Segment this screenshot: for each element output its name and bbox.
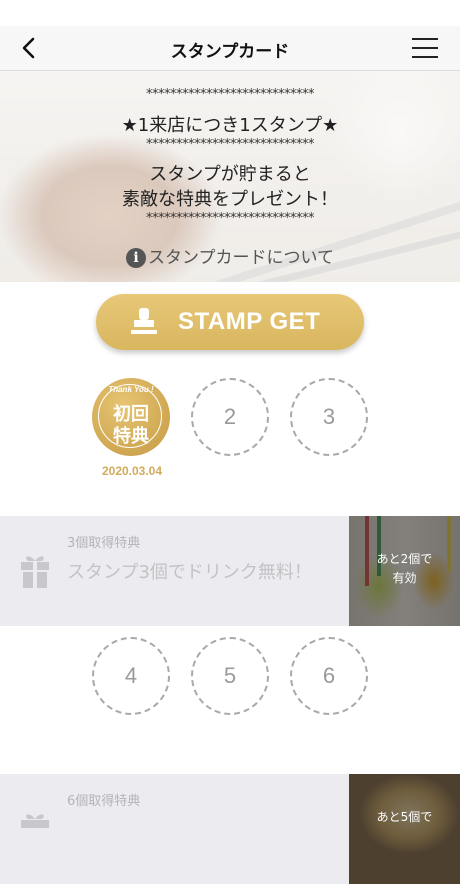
stamp-slot-6: 6	[290, 637, 368, 715]
hamburger-menu-icon[interactable]	[412, 38, 438, 58]
first-visit-stamp: Thank You ! 初回 特典	[92, 378, 170, 456]
nav-bar: スタンプカード	[0, 26, 460, 71]
stamp-slot-5: 5	[191, 637, 269, 715]
stamp-icon	[131, 308, 157, 334]
benefit-subtitle: 6個取得特典	[67, 794, 141, 809]
about-stamp-card-link[interactable]: i スタンプカードについて	[0, 243, 460, 268]
benefit-row-3[interactable]: 3個取得特典 スタンプ3個でドリンク無料！ あと2個で 有効	[0, 516, 460, 626]
drink-photo: あと2個で 有効	[349, 516, 460, 626]
first-visit-line-2: 特典	[113, 426, 149, 447]
gift-icon	[21, 814, 49, 828]
food-photo: あと5個で	[349, 774, 460, 884]
benefit-subtitle: 3個取得特典	[67, 536, 141, 551]
hero-text-line-1: スタンプが貯まると	[149, 164, 311, 185]
hero-banner: **************************** ★1来店につき1スタン…	[0, 71, 460, 282]
stamp-slot-4: 4	[92, 637, 170, 715]
benefit-text: スタンプ3個でドリンク無料！	[67, 562, 312, 583]
about-stamp-card-label: スタンプカードについて	[148, 248, 334, 268]
hero-headline: ★1来店につき1スタンプ★	[121, 115, 339, 136]
stamp-get-label: STAMP GET	[178, 308, 321, 335]
thank-you-text: Thank You !	[108, 385, 154, 394]
stars-divider: ****************************	[146, 87, 315, 102]
stamp-slot-2: 2	[191, 378, 269, 456]
benefit-row-6[interactable]: 6個取得特典 あと5個で	[0, 774, 460, 884]
stamp-slot-3: 3	[290, 378, 368, 456]
stamp-get-button[interactable]: STAMP GET	[96, 294, 364, 350]
info-icon: i	[126, 248, 146, 268]
hero-text-line-2: 素敵な特典をプレゼント！	[122, 189, 338, 210]
stamp-date: 2020.03.04	[101, 464, 163, 478]
gift-icon	[21, 556, 49, 588]
status-bar	[0, 0, 460, 26]
page-title: スタンプカード	[170, 42, 290, 62]
stars-divider: ****************************	[146, 211, 315, 226]
benefit-remaining-note: あと2個で 有効	[376, 552, 433, 585]
stars-divider: ****************************	[146, 137, 315, 152]
